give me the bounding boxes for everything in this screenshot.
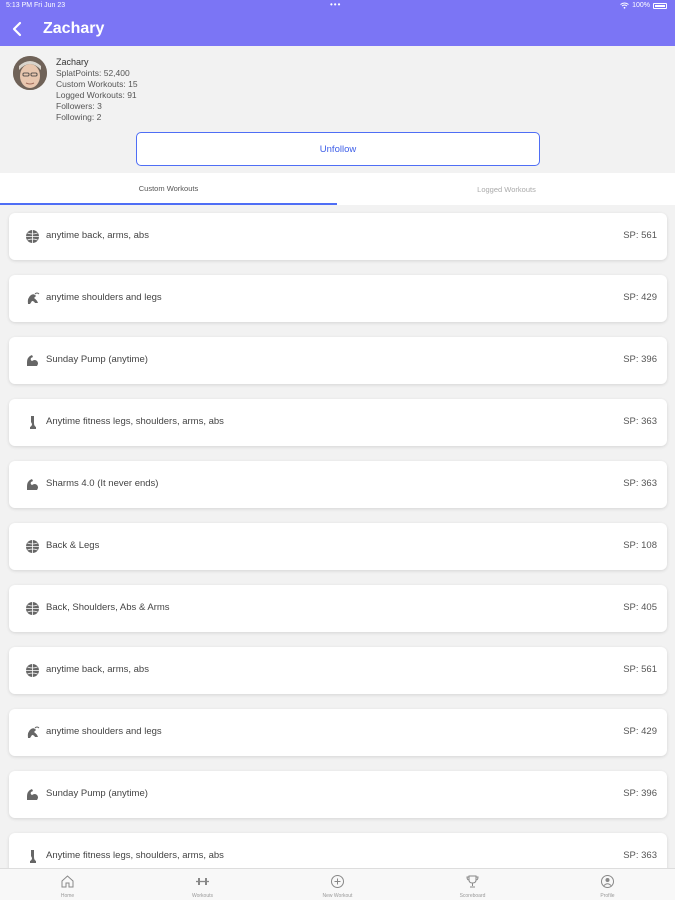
tabbar-label: New Workout <box>322 893 353 899</box>
workout-splat-points: SP: 363 <box>623 416 657 427</box>
workout-title: Sunday Pump (anytime) <box>46 354 148 365</box>
battery-icon <box>653 2 667 9</box>
tabbar-item-new-workout[interactable]: New Workout <box>270 869 405 900</box>
workout-card[interactable]: Back & Legs SP: 108 <box>9 523 667 570</box>
workout-splat-points: SP: 396 <box>623 788 657 799</box>
battery-percent: 100% <box>632 2 650 9</box>
workout-splat-points: SP: 405 <box>623 602 657 613</box>
flexed-arm-icon <box>27 479 38 490</box>
workout-title: Anytime fitness legs, shoulders, arms, a… <box>46 416 224 427</box>
workout-splat-points: SP: 561 <box>623 664 657 675</box>
workout-card[interactable]: Sunday Pump (anytime) SP: 396 <box>9 771 667 818</box>
unfollow-button[interactable]: Unfollow <box>136 132 540 166</box>
workout-card[interactable]: anytime shoulders and legs SP: 429 <box>9 275 667 322</box>
workout-splat-points: SP: 561 <box>623 230 657 241</box>
globe-icon <box>26 230 39 243</box>
workout-card[interactable]: Back, Shoulders, Abs & Arms SP: 405 <box>9 585 667 632</box>
leg-icon <box>30 416 36 429</box>
tabbar-label: Workouts <box>191 893 214 899</box>
page-title: Zachary <box>43 20 105 37</box>
navigation-bar: Zachary <box>0 12 675 46</box>
workout-splat-points: SP: 363 <box>623 478 657 489</box>
trophy-icon <box>466 875 479 888</box>
workout-splat-points: SP: 429 <box>623 726 657 737</box>
tabbar-item-workouts[interactable]: Workouts <box>135 869 270 900</box>
back-chevron-icon[interactable] <box>10 20 24 38</box>
workout-card[interactable]: Anytime fitness legs, shoulders, arms, a… <box>9 833 667 868</box>
workout-tabs: Custom Workouts Logged Workouts <box>0 173 675 205</box>
logged-workouts-count: Logged Workouts: 91 <box>56 90 137 100</box>
tab-logged-workouts[interactable]: Logged Workouts <box>338 173 675 205</box>
tabbar-item-scoreboard[interactable]: Scoreboard <box>405 869 540 900</box>
workout-title: Anytime fitness legs, shoulders, arms, a… <box>46 850 224 861</box>
status-right: 100% <box>620 2 667 9</box>
dumbbell-icon <box>196 878 209 885</box>
workout-title: anytime shoulders and legs <box>46 726 162 737</box>
home-icon <box>61 875 74 888</box>
following-count: Following: 2 <box>56 112 102 122</box>
profile-icon <box>601 875 614 888</box>
custom-workouts-count: Custom Workouts: 15 <box>56 79 138 89</box>
workout-splat-points: SP: 396 <box>623 354 657 365</box>
flexed-arm-icon <box>27 789 38 800</box>
workout-list: anytime back, arms, abs SP: 561 anytime sh… <box>0 205 675 868</box>
followers-count: Followers: 3 <box>56 101 102 111</box>
tabbar-label: Profile <box>600 893 615 899</box>
splat-points: SplatPoints: 52,400 <box>56 68 130 78</box>
profile-name: Zachary <box>56 57 89 67</box>
workout-title: Back, Shoulders, Abs & Arms <box>46 602 170 613</box>
avatar <box>13 56 47 90</box>
workout-title: anytime back, arms, abs <box>46 230 149 241</box>
workout-splat-points: SP: 363 <box>623 850 657 861</box>
multitasking-dots: ••• <box>330 0 342 9</box>
status-time: 5:13 PM Fri Jun 23 <box>6 2 66 9</box>
bottom-tab-bar: Home Workouts New Workout Scoreboard Profile <box>0 868 675 900</box>
tabbar-item-profile[interactable]: Profile <box>540 869 675 900</box>
tabbar-item-home[interactable]: Home <box>0 869 135 900</box>
running-icon <box>27 726 40 738</box>
workout-title: anytime back, arms, abs <box>46 664 149 675</box>
workout-card[interactable]: Anytime fitness legs, shoulders, arms, a… <box>9 399 667 446</box>
tabbar-label: Home <box>60 893 75 899</box>
plus-circle-icon <box>331 875 344 888</box>
workout-card[interactable]: Sharms 4.0 (It never ends) SP: 363 <box>9 461 667 508</box>
workout-title: anytime shoulders and legs <box>46 292 162 303</box>
leg-icon <box>30 850 36 863</box>
workout-card[interactable]: anytime back, arms, abs SP: 561 <box>9 647 667 694</box>
profile-info: Zachary SplatPoints: 52,400 Custom Worko… <box>56 57 138 123</box>
tab-custom-workouts[interactable]: Custom Workouts <box>0 173 337 205</box>
workout-splat-points: SP: 108 <box>623 540 657 551</box>
wifi-icon <box>620 2 629 9</box>
workout-title: Back & Legs <box>46 540 100 551</box>
workout-card[interactable]: anytime shoulders and legs SP: 429 <box>9 709 667 756</box>
profile-header: Zachary SplatPoints: 52,400 Custom Worko… <box>0 46 675 173</box>
workout-splat-points: SP: 429 <box>623 292 657 303</box>
running-icon <box>27 292 40 304</box>
workout-title: Sharms 4.0 (It never ends) <box>46 478 159 489</box>
globe-icon <box>26 602 39 615</box>
status-bar: 5:13 PM Fri Jun 23 ••• 100% <box>0 0 675 12</box>
workout-title: Sunday Pump (anytime) <box>46 788 148 799</box>
workout-card[interactable]: anytime back, arms, abs SP: 561 <box>9 213 667 260</box>
globe-icon <box>26 664 39 677</box>
flexed-arm-icon <box>27 355 38 366</box>
tabbar-label: Scoreboard <box>459 893 486 899</box>
workout-card[interactable]: Sunday Pump (anytime) SP: 396 <box>9 337 667 384</box>
globe-icon <box>26 540 39 553</box>
avatar-image <box>13 56 47 90</box>
